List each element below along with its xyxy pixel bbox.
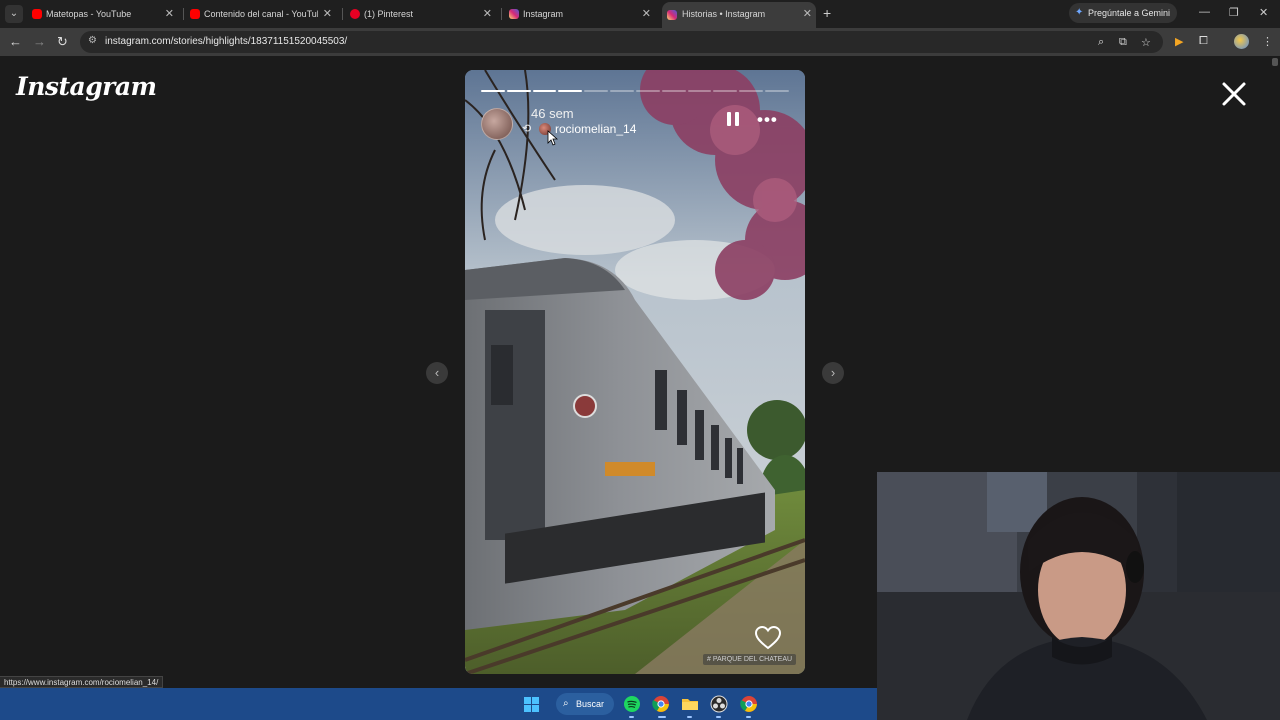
- mouse-cursor-icon: [547, 130, 558, 146]
- close-window-button[interactable]: ✕: [1259, 6, 1268, 19]
- tab-historias-instagram[interactable]: Historias • Instagram ✕: [662, 2, 816, 28]
- site-info-icon[interactable]: ⚙: [88, 35, 97, 46]
- instagram-logo[interactable]: Instagram: [16, 72, 157, 101]
- running-indicator: [716, 716, 721, 718]
- progress-segment: [635, 90, 660, 92]
- story-timestamp: 46 sem: [531, 106, 574, 121]
- taskbar-search-label: Buscar: [576, 699, 605, 709]
- restore-button[interactable]: ❐: [1229, 6, 1239, 19]
- chrome-profile-icon[interactable]: [740, 695, 758, 713]
- instagram-icon: [509, 9, 519, 19]
- progress-segment: [532, 90, 557, 92]
- story-progress-bar: [481, 90, 789, 92]
- progress-segment: [506, 90, 531, 92]
- story-owner-avatar[interactable]: [481, 108, 513, 140]
- browser-toolbar: ← → ↻ ⚙ instagram.com/stories/highlights…: [0, 28, 1280, 56]
- pinterest-icon: [350, 9, 360, 19]
- file-explorer-icon[interactable]: [681, 695, 699, 713]
- address-bar[interactable]: ⚙ instagram.com/stories/highlights/18371…: [80, 31, 1163, 53]
- minimize-button[interactable]: —: [1199, 6, 1210, 18]
- status-bar-url: https://www.instagram.com/rociomelian_14…: [0, 676, 164, 688]
- bookmark-star-icon[interactable]: ☆: [1141, 36, 1151, 49]
- browser-tab-strip: ⌄ Matetopas - YouTube ✕ Contenido del ca…: [0, 0, 1280, 28]
- close-tab-icon[interactable]: ✕: [165, 3, 174, 25]
- tab-contenido-canal[interactable]: Contenido del canal - YouTube ✕: [188, 3, 336, 25]
- back-button[interactable]: ←: [9, 33, 22, 51]
- obs-icon[interactable]: [710, 695, 728, 713]
- tab-matetopas[interactable]: Matetopas - YouTube ✕: [30, 3, 178, 25]
- spotify-icon[interactable]: [623, 695, 641, 713]
- tab-title: Instagram: [523, 9, 564, 19]
- zoom-icon[interactable]: ⌕: [1098, 36, 1104, 49]
- story-photo: [465, 70, 805, 674]
- heart-icon[interactable]: [755, 626, 781, 650]
- running-indicator: [658, 716, 666, 718]
- running-indicator: [687, 716, 692, 718]
- profile-avatar[interactable]: [1234, 34, 1249, 49]
- reload-button[interactable]: ↻: [57, 33, 68, 51]
- extension-icon[interactable]: ▶: [1175, 35, 1183, 48]
- repost-icon: ⟲: [522, 123, 532, 135]
- progress-segment: [687, 90, 712, 92]
- story-username-link[interactable]: rociomelian_14: [555, 122, 636, 136]
- gemini-label: Pregúntale a Gemini: [1088, 8, 1171, 18]
- running-indicator: [746, 716, 751, 718]
- search-icon: ⌕: [563, 698, 569, 709]
- tab-title: (1) Pinterest: [364, 9, 414, 19]
- install-app-icon[interactable]: ⧉: [1119, 36, 1127, 49]
- tab-divider: [342, 8, 343, 20]
- new-tab-button[interactable]: +: [823, 5, 831, 21]
- progress-segment: [481, 90, 505, 92]
- close-tab-icon[interactable]: ✕: [642, 3, 651, 25]
- youtube-icon: [190, 9, 200, 19]
- close-tab-icon[interactable]: ✕: [803, 2, 812, 26]
- close-story-icon[interactable]: [1220, 80, 1248, 108]
- tab-title: Historias • Instagram: [682, 9, 766, 19]
- previous-story-button[interactable]: ‹: [426, 362, 448, 384]
- tab-pinterest[interactable]: (1) Pinterest ✕: [348, 3, 496, 25]
- youtube-icon: [32, 9, 42, 19]
- story-card[interactable]: 46 sem ⟲ rociomelian_14 ••• # PARQUE DEL…: [465, 70, 805, 674]
- tab-instagram[interactable]: Instagram ✕: [507, 3, 655, 25]
- location-sticker[interactable]: # PARQUE DEL CHATEAU: [703, 654, 797, 665]
- pause-icon[interactable]: [727, 112, 741, 128]
- ask-gemini-button[interactable]: ✦ Pregúntale a Gemini: [1069, 3, 1177, 23]
- progress-segment: [558, 90, 583, 92]
- tab-divider: [501, 8, 502, 20]
- taskbar-search[interactable]: ⌕ Buscar: [556, 693, 614, 715]
- tab-search-button[interactable]: ⌄: [5, 5, 23, 23]
- progress-segment: [739, 90, 764, 92]
- instagram-icon: [667, 10, 677, 20]
- url-text[interactable]: instagram.com/stories/highlights/1837115…: [105, 36, 347, 47]
- chrome-icon[interactable]: [652, 695, 670, 713]
- progress-segment: [713, 90, 738, 92]
- running-indicator: [629, 716, 634, 718]
- tab-title: Contenido del canal - YouTube: [204, 9, 318, 19]
- close-tab-icon[interactable]: ✕: [483, 3, 492, 25]
- tab-divider: [183, 8, 184, 20]
- progress-segment: [661, 90, 686, 92]
- progress-segment: [765, 90, 789, 92]
- webcam-feed: [877, 472, 1280, 720]
- forward-button[interactable]: →: [33, 33, 46, 51]
- gemini-icon: ✦: [1075, 7, 1084, 18]
- more-options-icon[interactable]: •••: [757, 110, 778, 130]
- menu-kebab-icon[interactable]: ⋮: [1262, 35, 1273, 48]
- extensions-puzzle-icon[interactable]: ⧠: [1199, 35, 1208, 48]
- progress-segment: [610, 90, 634, 92]
- windows-start-icon[interactable]: [524, 697, 539, 712]
- close-tab-icon[interactable]: ✕: [323, 3, 332, 25]
- progress-segment: [584, 90, 609, 92]
- next-story-button[interactable]: ›: [822, 362, 844, 384]
- webcam-overlay: [877, 472, 1280, 720]
- tab-title: Matetopas - YouTube: [46, 9, 132, 19]
